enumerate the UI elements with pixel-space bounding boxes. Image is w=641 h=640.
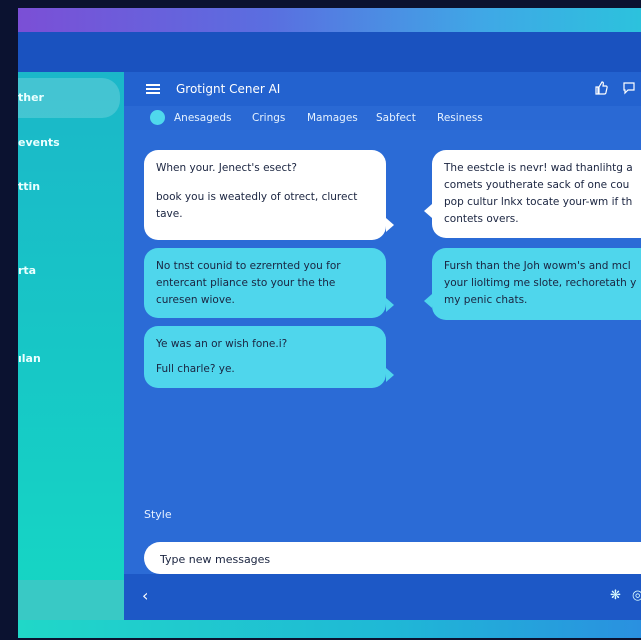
chat-icon[interactable]: ◎ bbox=[632, 588, 641, 603]
status-dot-icon bbox=[150, 110, 165, 125]
message-bubble-left: No tnst counid to ezrernted you for ente… bbox=[144, 248, 386, 318]
sidebar-item-events[interactable]: events bbox=[18, 136, 60, 149]
sidebar-item-label: ttin bbox=[18, 180, 41, 193]
sidebar: ther events ttin rta ılan bbox=[18, 72, 124, 638]
message-text: book you is weatedly of otrect, clurect … bbox=[156, 191, 358, 220]
app-window: ther events ttin rta ılan Grotignt Cener… bbox=[18, 8, 641, 638]
bottom-bar: ‹ ❋ ◎ bbox=[124, 574, 641, 620]
thumbs-up-icon[interactable] bbox=[594, 81, 608, 99]
message-text: Fursh than the Joh wowm's and mcl bbox=[444, 260, 631, 272]
message-bubble-left: When your. Jenect's esect? book you is w… bbox=[144, 150, 386, 240]
bubble-tail bbox=[386, 298, 394, 312]
message-bubble-left: Ye was an or wish fone.i? Full charle? y… bbox=[144, 326, 386, 388]
menu-icon[interactable] bbox=[146, 84, 160, 94]
message-bubble-right: The eestcle is nevr! wad thanlihtg a com… bbox=[432, 150, 641, 238]
sidebar-footer bbox=[18, 580, 124, 620]
message-text: your lioltimg me slote, rechoretath y bbox=[444, 277, 637, 289]
tab-sabfect[interactable]: Sabfect bbox=[376, 112, 416, 124]
style-label: Style bbox=[144, 508, 172, 521]
bottom-gradient-strip bbox=[18, 620, 641, 638]
message-text: The eestcle is nevr! wad thanlihtg a bbox=[444, 162, 633, 174]
gear-icon[interactable]: ❋ bbox=[610, 588, 621, 603]
tab-crings[interactable]: Crings bbox=[252, 112, 285, 124]
window-top-gradient bbox=[18, 8, 641, 32]
message-text: No tnst counid to ezrernted you for ente… bbox=[156, 260, 341, 306]
bubble-tail bbox=[424, 204, 432, 218]
sidebar-item-settings[interactable]: ttin bbox=[18, 180, 40, 193]
sidebar-item-data[interactable]: rta bbox=[18, 264, 36, 277]
chat-main: Grotignt Cener AI Anesageds Crings Mamag… bbox=[124, 72, 641, 576]
sidebar-item-plan[interactable]: ılan bbox=[18, 352, 41, 365]
sidebar-item-active[interactable]: ther bbox=[18, 78, 120, 118]
sidebar-item-label: ther bbox=[18, 91, 44, 104]
message-text: Full charle? ye. bbox=[156, 363, 235, 375]
message-text: my penic chats. bbox=[444, 294, 528, 306]
chat-icon[interactable] bbox=[622, 81, 636, 99]
back-arrow-icon[interactable]: ‹ bbox=[142, 586, 148, 605]
message-text: pop cultur lnkx tocate your-wm if th bbox=[444, 196, 633, 208]
sidebar-item-label: rta bbox=[18, 264, 37, 277]
message-text: contets overs. bbox=[444, 213, 519, 225]
message-input[interactable] bbox=[158, 542, 632, 576]
message-text: comets youtherate sack of one cou bbox=[444, 179, 630, 191]
sidebar-item-label: events bbox=[18, 136, 60, 149]
app-header: Grotignt Cener AI bbox=[124, 72, 641, 106]
bubble-tail bbox=[424, 294, 432, 308]
tab-mamages[interactable]: Mamages bbox=[307, 112, 358, 124]
message-text: When your. Jenect's esect? bbox=[156, 162, 297, 174]
message-text: Ye was an or wish fone.i? bbox=[156, 338, 288, 350]
tab-bar: Anesageds Crings Mamages Sabfect Resines… bbox=[124, 106, 641, 130]
message-bubble-right: Fursh than the Joh wowm's and mcl your l… bbox=[432, 248, 641, 320]
app-title: Grotignt Cener AI bbox=[176, 82, 281, 96]
bubble-tail bbox=[386, 218, 394, 232]
bubble-tail bbox=[386, 368, 394, 382]
tab-messages[interactable]: Anesageds bbox=[174, 112, 231, 124]
tab-resiness[interactable]: Resiness bbox=[437, 112, 483, 124]
header-band bbox=[18, 32, 641, 72]
sidebar-item-label: ılan bbox=[18, 352, 41, 365]
message-input-container bbox=[144, 542, 641, 576]
